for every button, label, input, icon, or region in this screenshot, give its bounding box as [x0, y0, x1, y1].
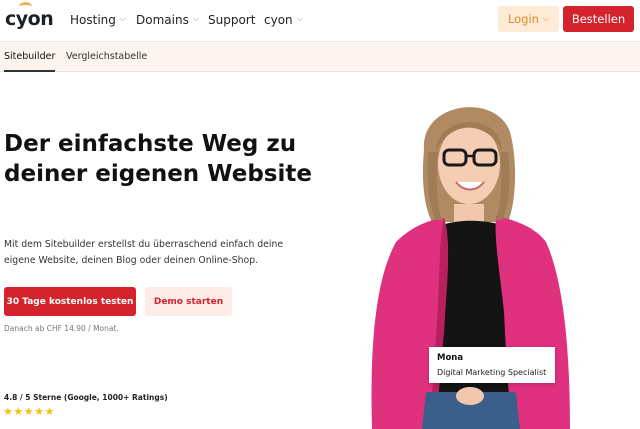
order-label: Bestellen — [571, 12, 626, 26]
free-trial-button[interactable]: 30 Tage kostenlos testen — [4, 287, 136, 316]
top-navigation: cyon Hosting ⌵ Domains ⌵ Support cyon ⌵ … — [0, 0, 640, 40]
star-rating-icons: ★★★★★ — [3, 405, 55, 418]
free-trial-label: 30 Tage kostenlos testen — [6, 296, 134, 307]
logo-accent-icon — [19, 2, 32, 11]
nav-item-cyon[interactable]: cyon ⌵ — [264, 0, 303, 40]
nav-item-hosting[interactable]: Hosting ⌵ — [70, 0, 126, 40]
subnav-label: Vergleichstabelle — [66, 51, 148, 62]
nav-item-label: Domains — [136, 13, 189, 27]
logo-text: cyon — [5, 8, 54, 30]
person-info-card: Mona Digital Marketing Specialist — [429, 347, 555, 383]
chevron-down-icon: ⌵ — [192, 14, 199, 23]
nav-item-domains[interactable]: Domains ⌵ — [136, 0, 199, 40]
person-name: Mona — [437, 353, 464, 363]
login-label: Login — [507, 12, 539, 26]
demo-button[interactable]: Demo starten — [145, 287, 232, 316]
price-note: Danach ab CHF 14.90 / Monat. — [4, 324, 119, 333]
subnav-item-sitebuilder[interactable]: Sitebuilder — [4, 42, 56, 72]
demo-label: Demo starten — [153, 296, 224, 307]
order-button[interactable]: Bestellen — [563, 6, 634, 32]
rating-text: 4.8 / 5 Sterne (Google, 1000+ Ratings) — [4, 393, 168, 402]
cyon-logo[interactable]: cyon — [5, 2, 54, 33]
chevron-down-icon: ⌵ — [119, 14, 126, 23]
nav-item-label: Support — [208, 13, 256, 27]
page-title: Der einfachste Weg zu deiner eigenen Web… — [4, 131, 312, 187]
sub-navigation: Sitebuilder Vergleichstabelle — [0, 41, 640, 72]
chevron-down-icon: ⌵ — [296, 14, 303, 23]
subnav-label: Sitebuilder — [4, 51, 56, 62]
chevron-down-icon: ⌵ — [542, 14, 550, 23]
person-role: Digital Marketing Specialist — [437, 368, 547, 377]
nav-item-support[interactable]: Support — [208, 0, 255, 40]
nav-item-label: Hosting — [70, 13, 116, 27]
login-button[interactable]: Login ⌵ — [498, 6, 559, 32]
hero-description: Mit dem Sitebuilder erstellst du überras… — [4, 239, 284, 266]
nav-item-label: cyon — [264, 13, 293, 27]
subnav-item-vergleichstabelle[interactable]: Vergleichstabelle — [66, 42, 147, 72]
